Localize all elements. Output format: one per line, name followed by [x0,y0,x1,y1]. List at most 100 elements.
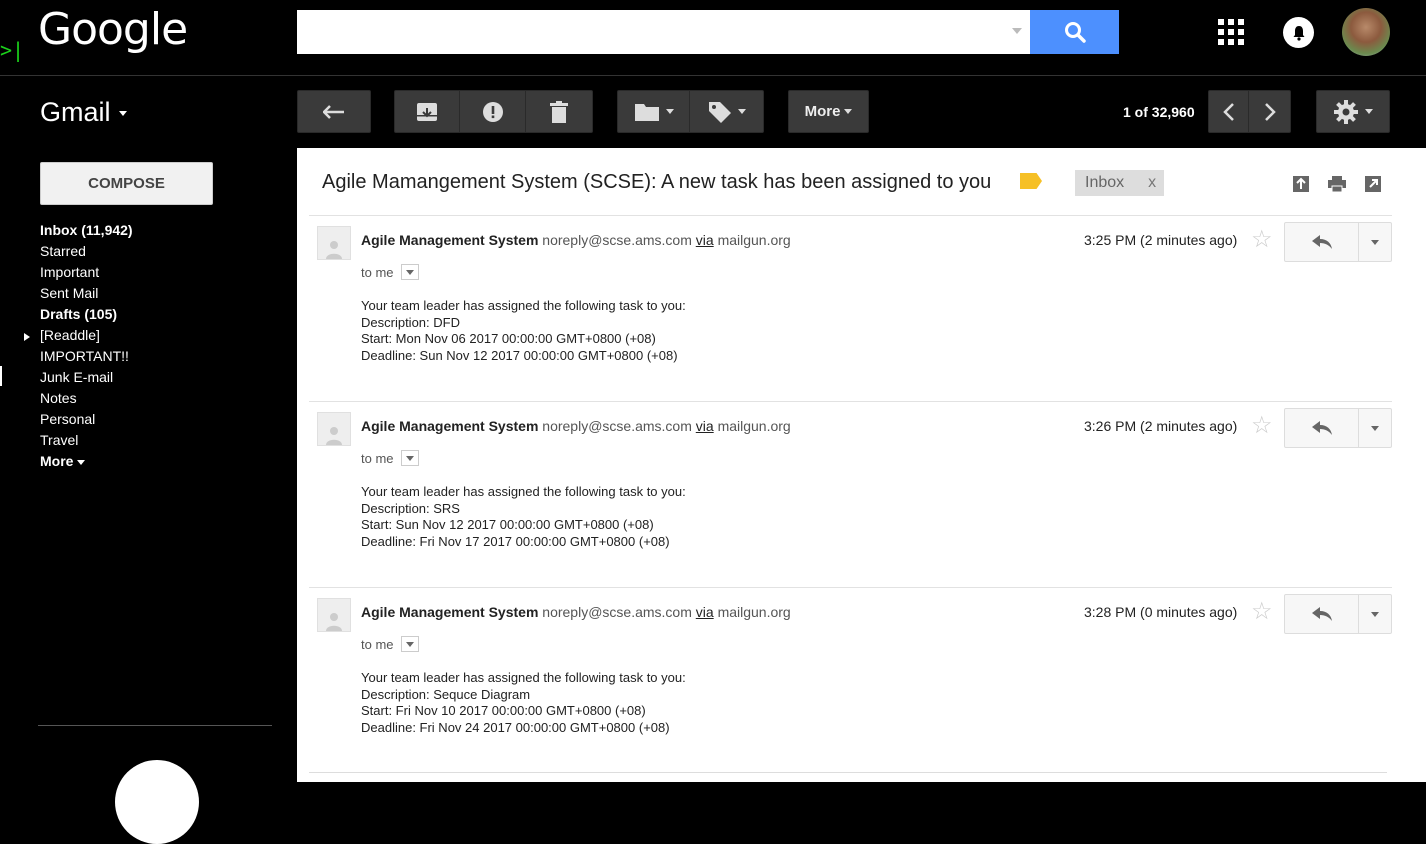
pager-group [1208,90,1291,133]
sidebar-item-starred[interactable]: Starred [40,241,133,262]
more-actions-button[interactable] [1359,223,1391,261]
search-options-icon[interactable] [1012,28,1022,34]
message-card: Agile Management System noreply@scse.ams… [309,215,1392,401]
via-domain: mailgun.org [717,604,791,620]
body-line: Your team leader has assigned the follow… [361,298,686,313]
search-button[interactable] [1030,10,1119,54]
sidebar-item-junk-email[interactable]: Junk E-mail [40,367,133,388]
reply-button[interactable] [1285,595,1359,633]
selection-marker [0,366,2,386]
body-line: Start: Fri Nov 10 2017 00:00:00 GMT+0800… [361,703,646,718]
sender-avatar [317,412,351,446]
message-card: Agile Management System noreply@scse.ams… [309,587,1392,773]
report-spam-button[interactable] [460,91,526,132]
important-marker-icon[interactable] [1020,173,1042,189]
sender-address: noreply@scse.ams.com [542,604,692,620]
sender-line: Agile Management System noreply@scse.ams… [361,604,791,620]
more-actions-button[interactable] [1359,409,1391,447]
via-domain: mailgun.org [717,232,791,248]
message-count: 1 of 32,960 [1123,104,1195,120]
message-timestamp: 3:25 PM (2 minutes ago) [1084,232,1238,248]
person-icon [326,427,342,445]
newer-button[interactable] [1209,91,1250,132]
compose-button[interactable]: COMPOSE [40,162,213,205]
via-domain: mailgun.org [717,418,791,434]
body-line: Description: DFD [361,314,460,330]
star-icon[interactable]: ☆ [1251,228,1273,252]
toolbar: Gmail More 1 of 32,960 [0,77,1426,148]
search-input[interactable] [297,10,1030,54]
sidebar-item-sent-mail[interactable]: Sent Mail [40,283,133,304]
expand-arrow-icon[interactable] [24,333,30,341]
back-button[interactable] [297,90,371,133]
thread-subject: Agile Mamangement System (SCSE): A new t… [322,171,992,193]
older-button[interactable] [1249,91,1290,132]
apps-icon[interactable] [1218,19,1244,45]
body-line: Start: Mon Nov 06 2017 00:00:00 GMT+0800… [361,331,656,346]
sidebar-item-important-label[interactable]: IMPORTANT!! [40,346,133,367]
via-link[interactable]: via [696,604,714,620]
sender-name[interactable]: Agile Management System [361,604,538,620]
search-field[interactable] [297,10,957,54]
expand-all-icon[interactable] [1292,175,1310,193]
reply-button[interactable] [1285,223,1359,261]
chevron-down-icon [737,109,746,114]
reply-button[interactable] [1285,409,1359,447]
avatar[interactable] [1342,8,1390,56]
archive-button[interactable] [395,91,461,132]
sender-line: Agile Management System noreply@scse.ams… [361,418,791,434]
thread-divider [309,772,1387,773]
sender-name[interactable]: Agile Management System [361,418,538,434]
message-body: Your team leader has assigned the follow… [361,670,686,736]
message-body: Your team leader has assigned the follow… [361,298,686,364]
person-icon [326,241,342,259]
sidebar-item-inbox[interactable]: Inbox (11,942) [40,220,133,241]
bell-icon [1293,25,1304,41]
remove-label-button[interactable]: x [1148,174,1156,192]
chevron-left-icon [1222,102,1234,121]
star-icon[interactable]: ☆ [1251,414,1273,438]
details-dropdown-button[interactable] [400,264,419,280]
sidebar-item-travel[interactable]: Travel [40,430,133,451]
more-button[interactable]: More [788,90,869,133]
move-to-button[interactable] [618,91,691,132]
action-button-group [394,90,593,133]
chevron-down-icon [405,641,414,647]
chevron-down-icon [1371,425,1379,431]
labels-button[interactable] [690,91,763,132]
gmail-app-switcher[interactable]: Gmail [40,97,127,128]
details-dropdown-button[interactable] [400,450,419,466]
chevron-down-icon [405,269,414,275]
chevron-down-icon [1365,109,1373,114]
recipient-line: to me [361,636,419,652]
new-window-icon[interactable] [1364,175,1382,193]
recipient-label: to me [361,450,394,466]
sidebar-item-readdle[interactable]: [Readdle] [40,325,133,346]
sender-name[interactable]: Agile Management System [361,232,538,248]
sender-avatar [317,598,351,632]
arrow-left-icon [323,104,344,119]
print-icon[interactable] [1328,175,1346,193]
hangouts-avatar[interactable] [115,760,199,844]
sender-address: noreply@scse.ams.com [542,232,692,248]
via-link[interactable]: via [696,418,714,434]
settings-button[interactable] [1316,90,1390,133]
delete-button[interactable] [526,91,592,132]
sidebar-item-drafts[interactable]: Drafts (105) [40,304,133,325]
folder-icon [634,103,659,121]
sidebar-divider [38,725,272,726]
archive-icon [417,102,438,121]
reply-button-group [1284,408,1392,448]
sidebar-item-more[interactable]: More [40,451,133,472]
details-dropdown-button[interactable] [400,636,419,652]
sidebar-item-personal[interactable]: Personal [40,409,133,430]
chevron-down-icon [1371,611,1379,617]
more-actions-button[interactable] [1359,595,1391,633]
via-link[interactable]: via [696,232,714,248]
sidebar-item-notes[interactable]: Notes [40,388,133,409]
notifications-icon[interactable] [1283,17,1314,48]
sidebar-item-important[interactable]: Important [40,262,133,283]
star-icon[interactable]: ☆ [1251,600,1273,624]
recipient-line: to me [361,450,419,466]
google-logo[interactable]: Google [38,4,188,55]
